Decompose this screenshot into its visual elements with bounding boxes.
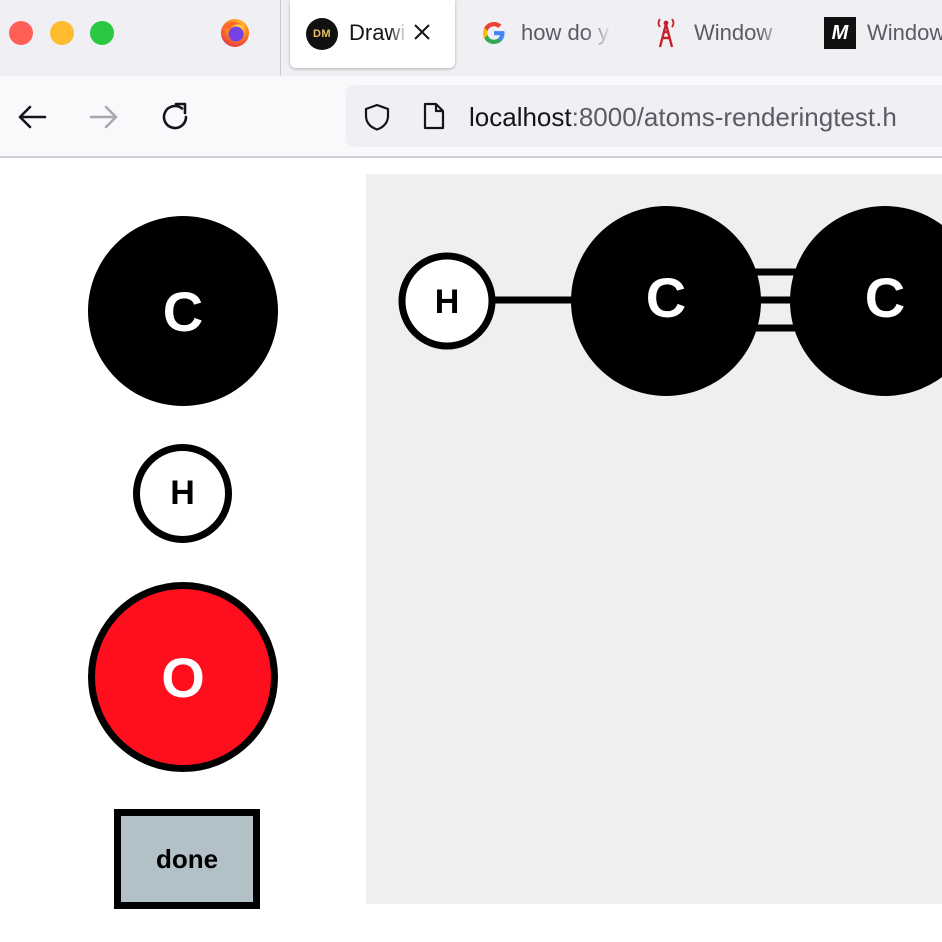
canvas-atom-hydrogen[interactable]: H bbox=[398, 252, 496, 350]
palette-atom-oxygen[interactable]: O bbox=[88, 582, 278, 772]
firefox-icon[interactable] bbox=[219, 17, 251, 49]
window-minimize-button[interactable] bbox=[50, 21, 74, 45]
page-icon[interactable] bbox=[420, 101, 448, 131]
window-close-button[interactable] bbox=[9, 21, 33, 45]
forward-icon[interactable] bbox=[87, 100, 121, 134]
google-icon bbox=[483, 22, 505, 44]
tab-separator bbox=[280, 0, 281, 76]
atom-symbol: C bbox=[646, 266, 686, 329]
atom-symbol: C bbox=[162, 279, 204, 343]
tab-label: Window bbox=[694, 20, 773, 45]
atom-symbol: O bbox=[161, 645, 205, 709]
close-icon[interactable] bbox=[410, 20, 434, 44]
done-button[interactable]: done bbox=[114, 809, 260, 909]
palette-atom-hydrogen[interactable]: H bbox=[133, 444, 232, 543]
dm-logo-icon: DM bbox=[306, 18, 338, 50]
window-maximize-button[interactable] bbox=[90, 21, 114, 45]
atom-symbol: H bbox=[170, 474, 195, 512]
canvas-atom-carbon[interactable]: C bbox=[790, 206, 942, 396]
navigation-toolbar: localhost:8000/atoms-renderingtest.h bbox=[0, 76, 942, 158]
palette-atom-carbon[interactable]: C bbox=[88, 216, 278, 406]
tab-label: how do y bbox=[521, 20, 610, 45]
address-bar[interactable]: localhost:8000/atoms-renderingtest.h bbox=[346, 85, 942, 147]
back-icon[interactable] bbox=[15, 100, 49, 134]
done-label: done bbox=[155, 843, 219, 874]
drawing-canvas[interactable]: H C C bbox=[366, 174, 942, 904]
url-host: localhost bbox=[469, 102, 572, 132]
url-path: :8000/atoms-renderingtest.h bbox=[571, 102, 897, 132]
reload-icon[interactable] bbox=[159, 100, 193, 134]
canvas-atom-carbon[interactable]: C bbox=[571, 206, 761, 396]
m-logo-icon: M bbox=[824, 17, 856, 49]
atom-symbol: C bbox=[865, 266, 905, 329]
atom-symbol: H bbox=[435, 283, 460, 321]
molecule-drawing: H C C bbox=[398, 206, 942, 396]
tower-icon bbox=[657, 18, 675, 48]
url-text[interactable]: localhost:8000/atoms-renderingtest.h bbox=[469, 102, 897, 133]
tab-label: Drawi bbox=[349, 20, 406, 45]
tab-strip: DM Drawi how do y Window M Window bbox=[0, 0, 942, 76]
shield-icon[interactable] bbox=[362, 102, 392, 132]
tab-label: Window bbox=[867, 20, 942, 45]
